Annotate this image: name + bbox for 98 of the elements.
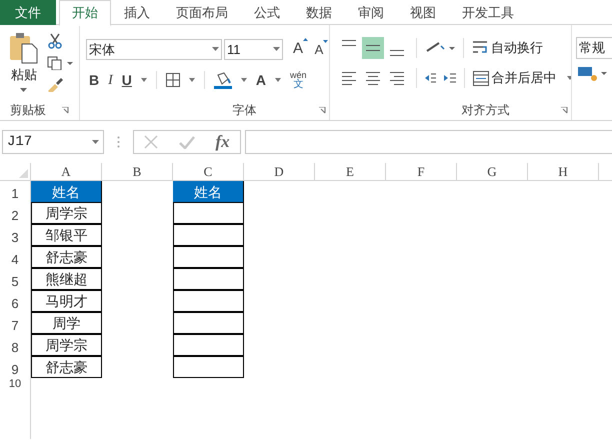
align-middle-button[interactable]	[362, 37, 384, 59]
row-header[interactable]: 4	[11, 252, 19, 267]
ribbon-tab[interactable]: 页面布局	[163, 0, 241, 25]
name-box[interactable]: J17	[2, 130, 104, 154]
brush-icon[interactable]	[47, 77, 63, 92]
merge-cells-icon	[472, 70, 489, 86]
empty-cell	[173, 202, 244, 224]
column-header[interactable]: D	[244, 163, 315, 180]
row-header[interactable]: 10	[8, 378, 22, 390]
row-header[interactable]: 1	[11, 186, 19, 201]
increase-indent-icon[interactable]	[444, 72, 456, 84]
empty-cell	[173, 290, 244, 312]
ribbon-tab[interactable]: 审阅	[345, 0, 397, 25]
up-caret-icon	[303, 38, 308, 41]
column-header[interactable]: E	[315, 163, 386, 180]
align-lines-icon	[342, 72, 356, 84]
shrink-font-button[interactable]: A	[310, 40, 328, 59]
column-header[interactable]: H	[528, 163, 599, 180]
caret-icon	[20, 88, 28, 93]
clipboard-icon	[9, 32, 39, 64]
decrease-indent-icon[interactable]	[424, 72, 436, 84]
column-header[interactable]: F	[386, 163, 457, 180]
table-cell: 姓名	[31, 181, 102, 203]
row-header[interactable]: 6	[11, 296, 19, 311]
caret-icon	[240, 78, 247, 82]
caret-icon	[140, 78, 147, 82]
check-icon[interactable]	[178, 136, 195, 148]
caret-icon	[188, 78, 195, 82]
empty-cell	[173, 224, 244, 246]
align-lines-icon	[390, 72, 404, 84]
wrap-text-button[interactable]: 自动换行	[472, 38, 543, 58]
underline-button[interactable]: U	[122, 70, 132, 90]
caret-icon	[566, 76, 571, 80]
launcher-icon[interactable]	[561, 106, 568, 114]
table-cell: 姓名	[173, 181, 244, 203]
table-cell: 熊继超	[31, 268, 102, 290]
row-header[interactable]: 7	[11, 318, 19, 333]
column-header[interactable]: A	[31, 163, 102, 180]
table-cell: 周学	[31, 312, 102, 334]
row-header[interactable]: 5	[11, 274, 19, 289]
wrap-text-icon	[472, 41, 488, 55]
font-name-field[interactable]: 宋体	[86, 38, 222, 60]
down-caret-icon	[323, 40, 328, 42]
italic-button[interactable]: I	[108, 70, 113, 90]
column-header[interactable]: B	[102, 163, 173, 180]
currency-icon[interactable]	[578, 67, 608, 81]
ribbon-tab[interactable]: 插入	[111, 0, 163, 25]
align-lines-icon	[342, 40, 356, 46]
caret-icon	[273, 47, 280, 52]
group-label: 字体	[232, 102, 256, 119]
number-format-field[interactable]: 常规	[576, 37, 612, 59]
align-lines-icon	[366, 45, 380, 51]
launcher-icon[interactable]	[319, 106, 326, 114]
empty-cell	[173, 334, 244, 356]
caret-icon	[212, 47, 219, 52]
table-cell: 舒志豪	[31, 356, 102, 378]
ribbon-tab[interactable]: 数据	[293, 0, 345, 25]
row-header[interactable]: 8	[11, 340, 19, 355]
font-size-field[interactable]: 11	[224, 38, 283, 60]
row-header[interactable]: 2	[11, 208, 19, 223]
phonetic-button[interactable]: wén 文	[290, 71, 307, 89]
insert-function-button[interactable]: fx	[216, 129, 230, 155]
group-label: 对齐方式	[462, 102, 510, 119]
group-label: 剪贴板	[10, 102, 46, 119]
borders-icon[interactable]	[166, 73, 180, 87]
column-header[interactable]: C	[173, 163, 244, 180]
ribbon-tab[interactable]: 开发工具	[449, 0, 527, 25]
align-lines-icon	[366, 72, 380, 84]
caret-icon	[275, 78, 282, 82]
ribbon-tab[interactable]: 开始	[59, 0, 111, 26]
empty-cell	[173, 356, 244, 378]
table-cell: 马明才	[31, 290, 102, 312]
table-cell: 周学宗	[31, 334, 102, 356]
table-cell: 邹银平	[31, 224, 102, 246]
ribbon-tab[interactable]: 公式	[241, 0, 293, 25]
caret-icon	[92, 140, 99, 144]
row-header[interactable]: 9	[11, 362, 19, 377]
copy-icon[interactable]	[47, 56, 73, 70]
file-tab[interactable]: 文件	[0, 0, 56, 25]
empty-cell	[173, 246, 244, 268]
column-header[interactable]: G	[457, 163, 528, 180]
table-cell: 舒志豪	[31, 246, 102, 268]
grow-font-button[interactable]: A	[288, 38, 308, 60]
formula-field[interactable]	[245, 130, 612, 154]
table-cell: 周学宗	[31, 202, 102, 224]
fill-color-icon[interactable]	[214, 72, 232, 88]
font-color-button[interactable]: A	[256, 70, 266, 90]
empty-cell	[173, 268, 244, 290]
scissors-icon[interactable]	[47, 33, 63, 49]
ribbon-tab[interactable]: 视图	[397, 0, 449, 25]
bold-button[interactable]: B	[89, 70, 100, 90]
merge-center-button[interactable]: 合并后居中	[472, 68, 557, 88]
launcher-icon[interactable]	[62, 106, 69, 114]
drag-handle-icon	[117, 136, 120, 148]
align-lines-icon	[390, 50, 404, 56]
row-header[interactable]: 3	[11, 230, 19, 245]
paste-button[interactable]: 粘贴	[7, 32, 41, 100]
empty-cell	[173, 312, 244, 334]
